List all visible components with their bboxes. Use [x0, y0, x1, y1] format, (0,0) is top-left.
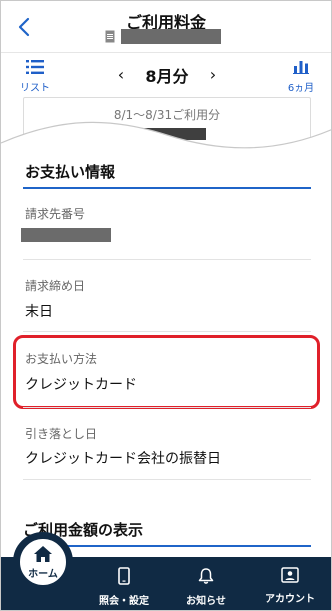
divider: [23, 479, 311, 480]
wavy-break: [1, 121, 331, 157]
account-subtitle: [105, 29, 221, 44]
closing-date-label: 請求締め日: [25, 279, 86, 293]
home-icon: [34, 545, 52, 562]
smartphone-icon: [118, 567, 130, 585]
section-title-payment: お支払い情報: [25, 163, 116, 181]
next-month-button[interactable]: ›: [205, 65, 221, 84]
withdrawal-date-value: クレジットカード会社の振替日: [25, 451, 221, 467]
tab-inquiry-settings[interactable]: 照会・設定: [89, 567, 159, 607]
six-months-label: 6ヵ月: [287, 83, 315, 94]
document-icon: [105, 30, 115, 43]
tab-home-label: ホーム: [28, 568, 58, 580]
tab-account[interactable]: アカウント: [255, 567, 325, 605]
redacted-account-name: [121, 29, 221, 44]
withdrawal-date-label: 引き落とし日: [25, 427, 98, 441]
redacted-billing-number: [21, 228, 111, 242]
section-underline: [23, 187, 311, 189]
list-button[interactable]: リスト: [17, 59, 53, 94]
tab-notifications[interactable]: お知らせ: [171, 567, 241, 607]
six-months-button[interactable]: 6ヵ月: [283, 59, 319, 94]
tab-inquiry-label: 照会・設定: [99, 596, 149, 607]
header: ご利用料金: [1, 1, 331, 53]
billing-number-label: 請求先番号: [25, 207, 86, 221]
month-navigation: リスト ‹ 8月分 › 6ヵ月: [1, 53, 331, 97]
divider: [23, 259, 311, 260]
divider: [23, 407, 311, 408]
account-card-icon: [281, 567, 299, 583]
tab-notifications-label: お知らせ: [186, 596, 226, 607]
divider: [23, 331, 311, 332]
payment-method-highlight: [13, 335, 320, 409]
app-frame: ご利用料金 リスト ‹ 8月分 › 6ヵ月 8/1〜8/31ご利用分 お支払い情…: [0, 0, 332, 611]
bell-icon: [198, 568, 214, 584]
tab-home[interactable]: ホーム: [13, 532, 73, 592]
tab-account-label: アカウント: [265, 594, 315, 605]
prev-month-button[interactable]: ‹: [113, 65, 129, 84]
list-label: リスト: [20, 83, 50, 94]
list-icon: [26, 60, 44, 74]
closing-date-value: 末日: [25, 304, 53, 320]
bar-chart-icon: [293, 61, 309, 74]
current-month: 8月分: [145, 67, 189, 86]
